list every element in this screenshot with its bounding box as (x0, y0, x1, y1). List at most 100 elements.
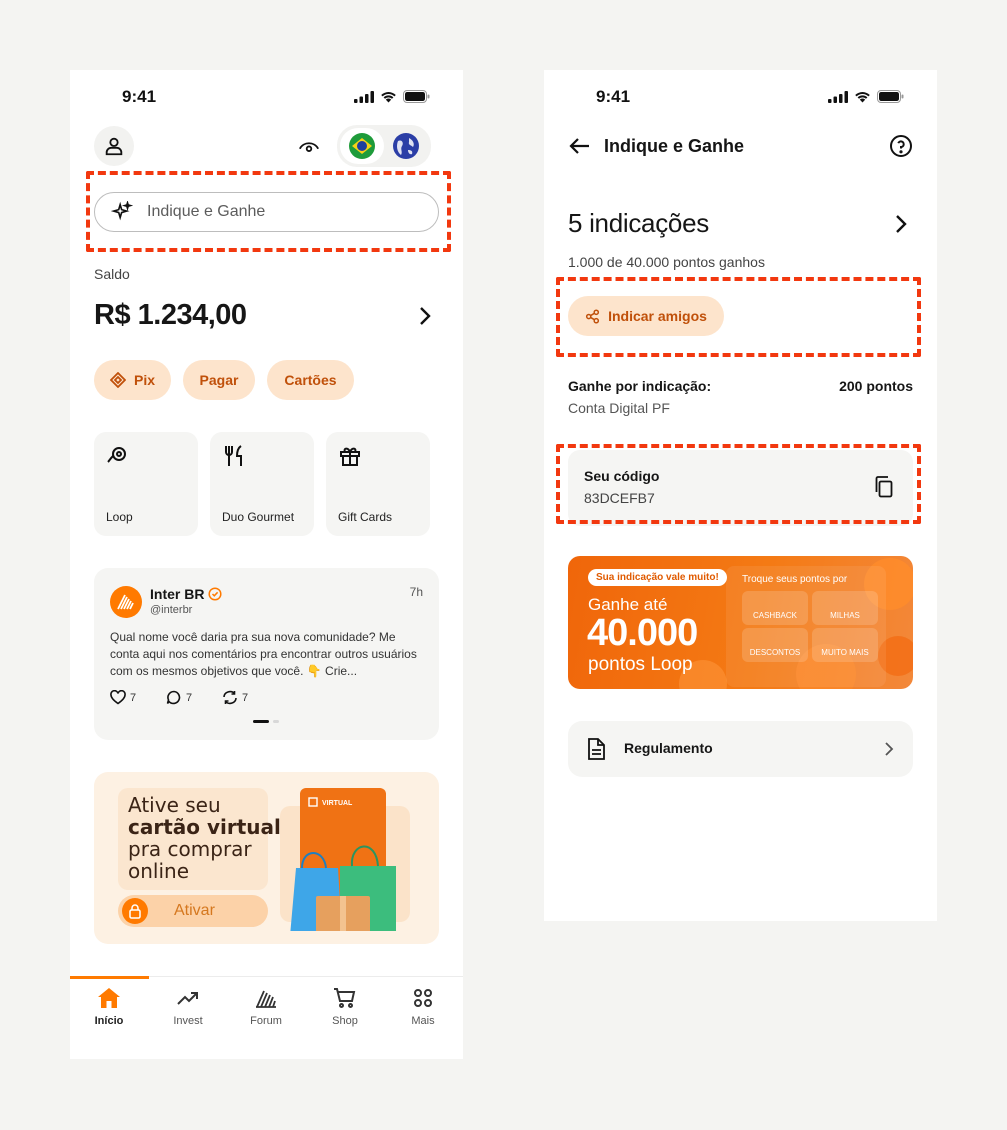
brazil-flag-icon (349, 133, 375, 159)
tile-loop-label: Loop (106, 510, 133, 524)
chevron-right-icon (896, 215, 907, 233)
activate-button[interactable]: Ativar (118, 895, 268, 927)
rules-label: Regulamento (624, 740, 713, 756)
eye-toggle-button[interactable] (298, 136, 320, 161)
status-time: 9:41 (122, 87, 157, 106)
gift-icon (340, 447, 360, 466)
like-count: 7 (130, 691, 137, 704)
highlight-invite (556, 277, 921, 357)
help-button[interactable] (889, 134, 913, 163)
balance-label: Saldo (94, 266, 130, 282)
eye-icon (299, 142, 319, 152)
card-virtual-label: VIRTUAL (322, 800, 353, 807)
region-switch[interactable] (337, 125, 431, 167)
points-progress: 1.000 de 40.000 pontos ganhos (568, 254, 765, 270)
banner-line1: Ative seu (128, 793, 221, 817)
wifi-icon (855, 91, 870, 102)
chevron-right-icon (885, 742, 894, 756)
banner-line2: cartão virtual (128, 815, 281, 839)
virtual-card-banner[interactable]: Ative seu cartão virtual pra comprar onl… (94, 772, 439, 944)
status-time: 9:41 (596, 87, 631, 106)
refer-screen: 9:41 Indique e Ganhe 5 indicações 1.000 … (544, 70, 937, 921)
nav-label-invest: Invest (173, 1015, 203, 1027)
tile-duo-label: Duo Gourmet (222, 510, 295, 524)
pay-button[interactable]: Pagar (183, 360, 255, 400)
carousel-dot-active (253, 720, 269, 723)
trending-up-icon (177, 992, 198, 1005)
repost-icon (223, 690, 237, 705)
nav-label-shop: Shop (332, 1015, 358, 1027)
nav-item-inicio[interactable]: Início (70, 987, 148, 1027)
balance-chevron-button[interactable] (418, 306, 432, 331)
account-type: Conta Digital PF (568, 400, 670, 416)
home-icon (98, 988, 120, 1008)
lock-icon (122, 898, 148, 924)
reward-label: Ganhe por indicação: (568, 378, 712, 394)
comment-icon (166, 690, 181, 705)
globe-icon (393, 133, 419, 159)
pix-button[interactable]: Pix (94, 360, 171, 400)
promo-amount: 40.000 (587, 612, 698, 654)
post-time: 7h (409, 585, 423, 599)
profile-button[interactable] (94, 126, 134, 166)
nav-item-shop[interactable]: Shop (306, 987, 384, 1027)
banner-text: Ative seu cartão virtual pra comprar onl… (128, 794, 281, 882)
tile-gift-cards[interactable]: Gift Cards (326, 432, 430, 536)
wifi-icon (381, 91, 396, 102)
highlight-search (86, 171, 451, 252)
loop-icon (107, 447, 126, 463)
promo-badge: Sua indicação vale muito! (588, 569, 727, 586)
cards-label: Cartões (284, 372, 337, 388)
nav-label-mais: Mais (411, 1015, 435, 1027)
rules-row[interactable]: Regulamento (568, 721, 913, 777)
repost-button[interactable]: 7 (222, 690, 248, 705)
help-icon (890, 135, 912, 157)
highlight-code (556, 444, 921, 524)
signal-icon (828, 90, 848, 103)
comment-button[interactable]: 7 (166, 690, 192, 705)
tile-duo-gourmet[interactable]: Duo Gourmet (210, 432, 314, 536)
shopping-illustration: VIRTUAL (280, 788, 410, 931)
bottom-nav: Início Invest Forum Shop Mais (70, 976, 463, 1059)
nav-item-forum[interactable]: Forum (227, 987, 305, 1027)
signal-icon (354, 90, 374, 103)
option-cashback-label: CASHBACK (752, 611, 797, 620)
pix-label: Pix (133, 372, 155, 388)
nav-item-invest[interactable]: Invest (149, 987, 227, 1027)
nav-active-indicator (70, 976, 149, 979)
comment-count: 7 (186, 691, 193, 704)
forum-post-card[interactable]: Inter BR @interbr 7h Qual nome você dari… (94, 568, 439, 740)
document-icon (588, 738, 605, 760)
balance-value: R$ 1.234,00 (94, 299, 247, 331)
back-button[interactable] (568, 134, 592, 163)
nav-item-mais[interactable]: Mais (384, 987, 462, 1027)
referral-count: 5 indicações (568, 208, 709, 238)
banner-line4: online (128, 859, 190, 883)
nav-label-inicio: Início (94, 1015, 124, 1027)
promo-right-title: Troque seus pontos por (742, 574, 848, 585)
user-icon (105, 137, 123, 156)
like-button[interactable]: 7 (110, 690, 136, 705)
region-global[interactable] (384, 128, 428, 164)
pix-icon (110, 372, 126, 388)
nav-label-forum: Forum (250, 1015, 282, 1027)
carousel-dot (273, 720, 279, 723)
status-icons (354, 90, 430, 103)
arrow-left-icon (569, 138, 589, 154)
referral-chevron-button[interactable] (894, 214, 908, 239)
reward-value: 200 pontos (839, 378, 913, 394)
repost-count: 7 (242, 691, 249, 704)
promo-option-muito-mais: MUITO MAIS (812, 628, 878, 662)
post-text: Qual nome você daria pra sua nova comuni… (110, 630, 417, 678)
promo-banner[interactable]: Sua indicação vale muito! Ganhe até 40.0… (568, 556, 913, 689)
option-milhas-label: MILHAS (830, 611, 860, 620)
home-screen: 9:41 Indique e Ganhe Saldo R$ 1.234,00 P… (70, 70, 463, 1059)
promo-option-descontos: DESCONTOS (742, 628, 808, 662)
grid-icon (414, 989, 432, 1007)
region-brazil[interactable] (340, 128, 384, 164)
option-descontos-label: DESCONTOS (749, 648, 801, 657)
cards-button[interactable]: Cartões (267, 360, 354, 400)
option-muito-mais-label: MUITO MAIS (821, 648, 869, 657)
tile-loop[interactable]: Loop (94, 432, 198, 536)
post-handle: @interbr (150, 604, 193, 616)
